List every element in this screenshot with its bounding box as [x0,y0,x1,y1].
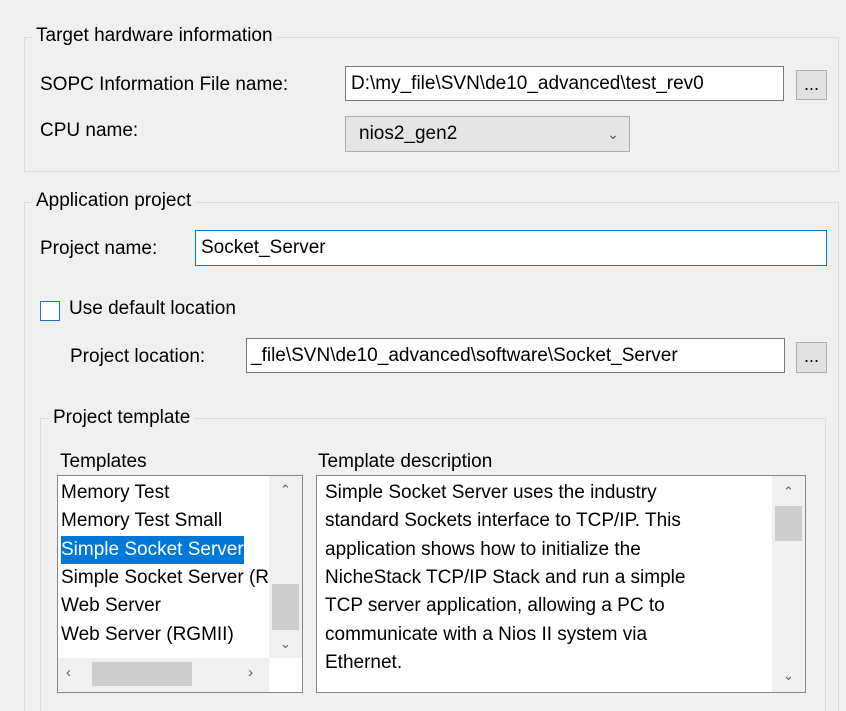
scroll-right-arrow-icon[interactable]: › [248,664,253,681]
description-line: application shows how to initialize the [325,538,641,560]
template-item[interactable]: Web Server (RGMII) [61,621,234,649]
template-item[interactable]: Memory Test [61,479,169,507]
description-line: Ethernet. [325,651,403,673]
template-item[interactable]: Web Server [61,592,161,620]
application-project-title: Application project [32,190,196,212]
templates-hscroll-thumb[interactable] [92,662,192,686]
description-vscroll-thumb[interactable] [775,506,802,541]
project-template-title: Project template [49,407,195,429]
scroll-down-arrow-icon[interactable]: ⌄ [772,668,805,684]
sopc-file-field[interactable]: D:\my_file\SVN\de10_advanced\test_rev0 [345,66,784,101]
cpu-name-value: nios2_gen2 [359,123,458,144]
template-item[interactable]: Simple Socket Server (RGMII) [61,564,269,592]
target-hardware-title: Target hardware information [32,25,277,47]
cpu-name-dropdown[interactable]: nios2_gen2 ⌄ [345,116,630,152]
description-line: Simple Socket Server uses the industry [325,482,657,503]
templates-vscroll-thumb[interactable] [272,584,299,630]
chevron-down-icon: ⌄ [607,126,619,142]
description-line: TCP server application, allowing a PC to [325,595,665,617]
template-description-label: Template description [318,451,493,472]
project-location-field[interactable]: _file\SVN\de10_advanced\software\Socket_… [246,338,785,373]
scroll-up-arrow-icon[interactable]: ⌃ [269,482,302,498]
description-line: standard Sockets interface to TCP/IP. Th… [325,510,681,532]
project-name-field[interactable]: Socket_Server [195,230,827,266]
templates-horizontal-scrollbar[interactable]: ‹ › [58,658,269,692]
use-default-location-label[interactable]: Use default location [69,298,236,320]
scroll-up-arrow-icon[interactable]: ⌃ [772,484,805,500]
template-item[interactable]: Simple Socket Server [61,535,244,564]
project-location-label: Project location: [70,346,206,367]
project-name-label: Project name: [40,238,158,259]
description-line: communicate with a Nios II system via [325,623,648,645]
template-item[interactable]: Memory Test Small [61,507,222,535]
templates-items: Memory Test Memory Test Small Simple Socke… [58,476,269,656]
sopc-browse-button[interactable]: ... [796,70,827,100]
template-description-text: Simple Socket Server uses the industry st… [317,476,772,692]
templates-vertical-scrollbar[interactable]: ⌃ ⌄ [269,476,302,658]
description-line: NicheStack TCP/IP Stack and run a simple [325,566,686,588]
templates-list[interactable]: Memory Test Memory Test Small Simple Socke… [57,475,303,693]
description-vertical-scrollbar[interactable]: ⌃ ⌄ [772,476,805,692]
scroll-down-arrow-icon[interactable]: ⌄ [269,636,302,652]
scroll-left-arrow-icon[interactable]: ‹ [66,664,71,681]
sopc-file-label: SOPC Information File name: [40,74,289,95]
template-description-box: Simple Socket Server uses the industry st… [316,475,806,693]
use-default-location-checkbox[interactable] [40,301,60,321]
location-browse-button[interactable]: ... [796,342,827,373]
templates-label: Templates [60,451,147,472]
cpu-name-label: CPU name: [40,120,139,141]
